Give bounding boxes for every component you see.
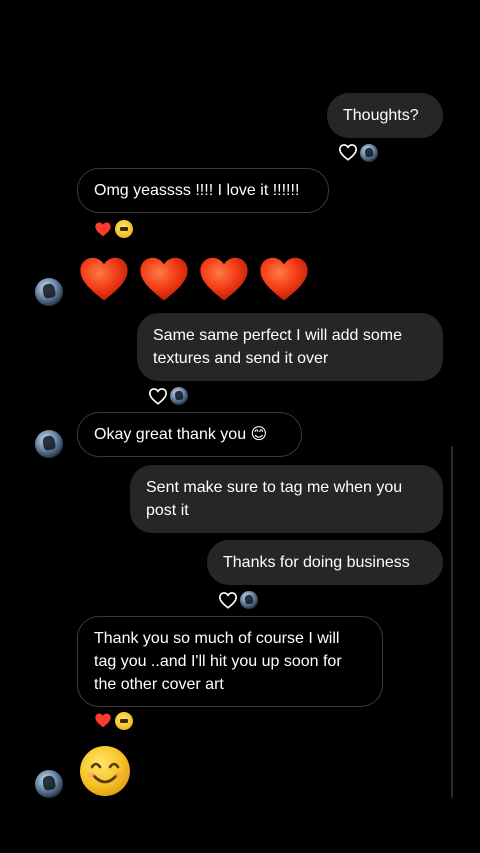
message-text: Okay great thank you 😊 xyxy=(94,426,268,443)
profile-avatar[interactable] xyxy=(35,770,63,798)
red-heart-icon xyxy=(80,257,128,301)
like-heart-icon[interactable] xyxy=(218,591,238,609)
scrollbar[interactable] xyxy=(451,446,453,798)
sticker-icon xyxy=(115,220,133,238)
message-outgoing[interactable]: Thoughts? xyxy=(327,93,443,138)
like-heart-icon[interactable] xyxy=(338,143,358,161)
seen-avatar xyxy=(170,387,188,405)
message-text-line: Sent make sure to tag me when you xyxy=(146,479,403,496)
message-text-line: the other cover art xyxy=(94,676,224,693)
message-incoming[interactable]: Okay great thank you 😊 xyxy=(77,412,302,457)
message-outgoing[interactable]: Thanks for doing business xyxy=(207,540,443,585)
seen-avatar xyxy=(240,591,258,609)
seen-avatar xyxy=(360,144,378,162)
message-text: Thanks for doing business xyxy=(223,554,410,571)
smiling-face-icon xyxy=(80,746,130,796)
message-text-line: tag you ..and I'll hit you up soon for xyxy=(94,653,342,670)
sticker-icon xyxy=(115,712,133,730)
red-heart-icon xyxy=(260,257,308,301)
message-text-line: Thank you so much of course I will xyxy=(94,630,340,647)
like-heart-icon[interactable] xyxy=(148,387,168,405)
message-incoming[interactable]: Thank you so much of course I will tag y… xyxy=(77,616,383,707)
message-incoming[interactable]: Omg yeassss !!!! I love it !!!!!! xyxy=(77,168,329,213)
red-heart-icon xyxy=(200,257,248,301)
message-outgoing[interactable]: Same same perfect I will add some textur… xyxy=(137,313,443,381)
red-heart-icon xyxy=(95,222,111,237)
red-heart-icon xyxy=(95,713,111,728)
message-outgoing[interactable]: Sent make sure to tag me when you post i… xyxy=(130,465,443,533)
message-text: Omg yeassss !!!! I love it !!!!!! xyxy=(94,182,300,199)
message-text: Thoughts? xyxy=(343,107,419,124)
message-text-line: textures and send it over xyxy=(153,350,329,367)
profile-avatar[interactable] xyxy=(35,278,63,306)
profile-avatar[interactable] xyxy=(35,430,63,458)
message-text-line: post it xyxy=(146,502,189,519)
message-text-line: Same same perfect I will add some xyxy=(153,327,402,344)
red-heart-icon xyxy=(140,257,188,301)
